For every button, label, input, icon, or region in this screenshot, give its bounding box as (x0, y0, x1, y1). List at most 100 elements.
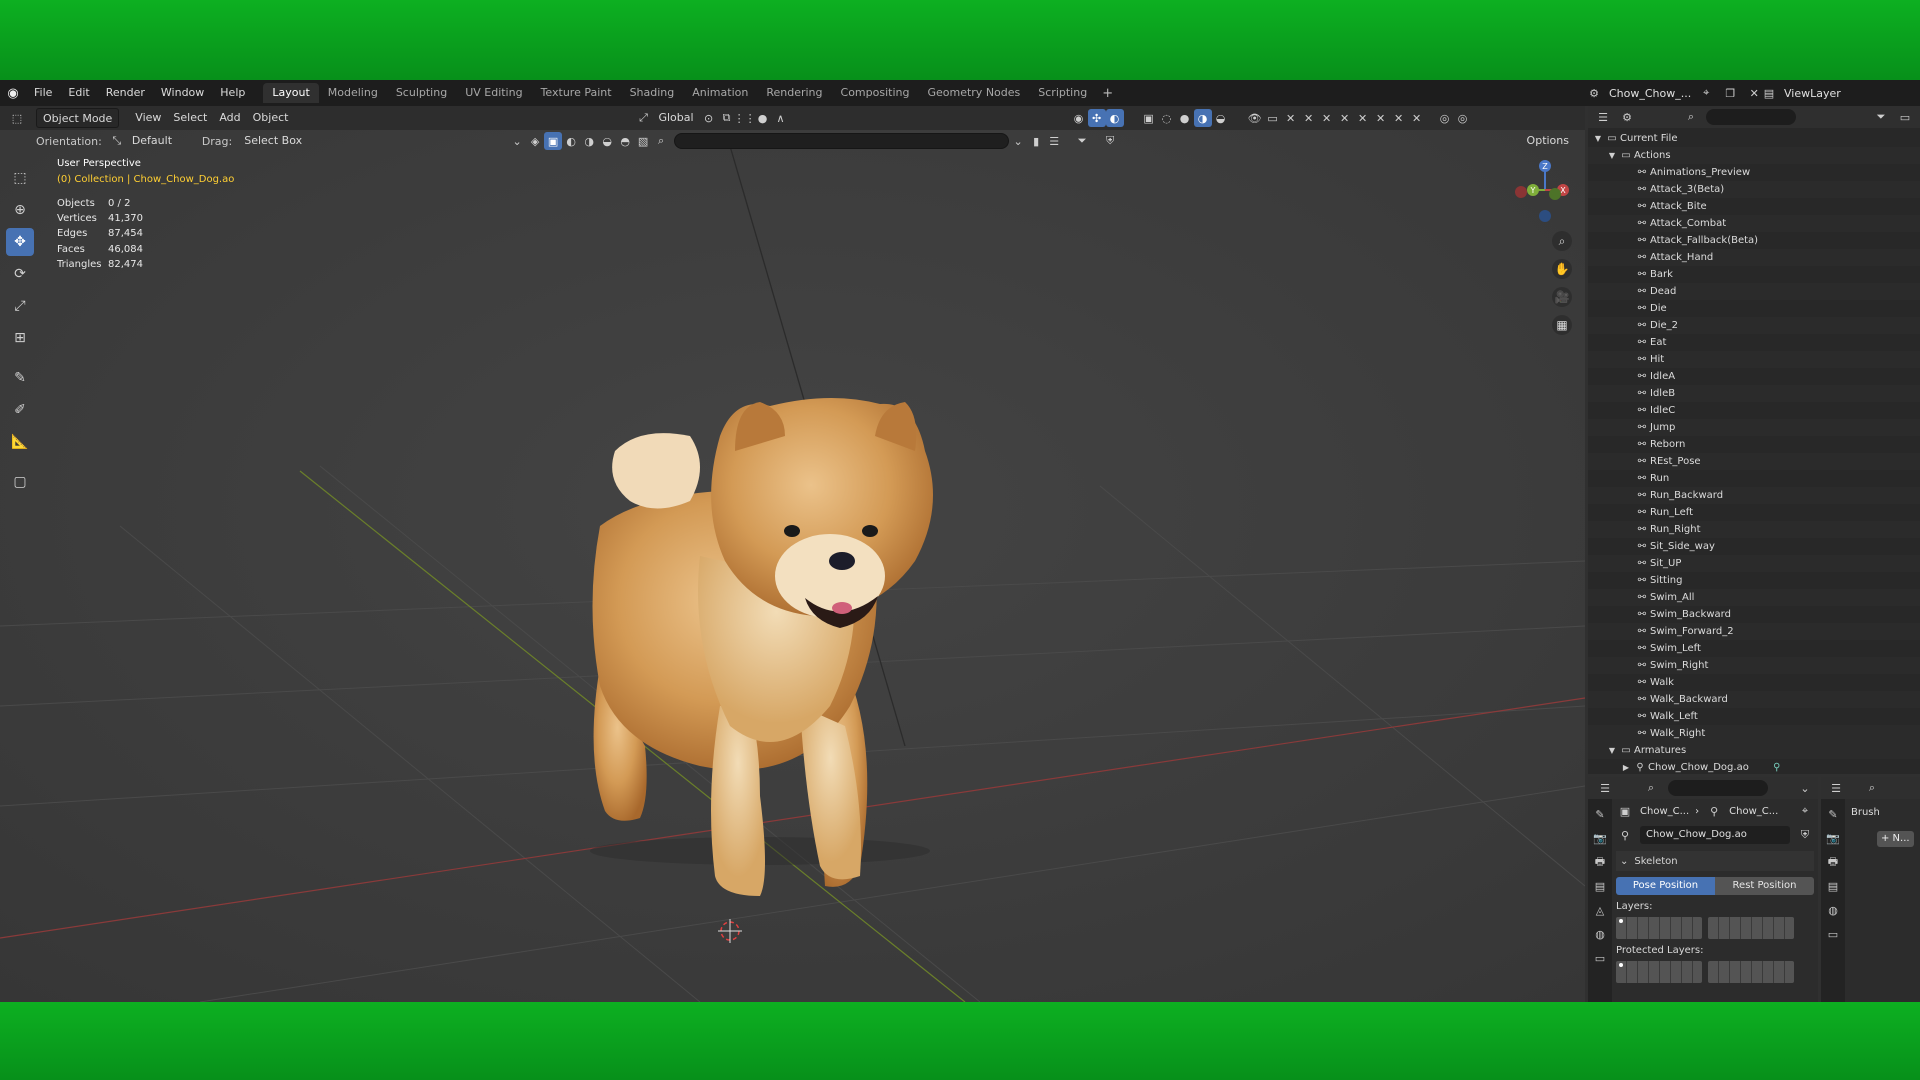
action-item[interactable]: ⚯ Eat (1588, 334, 1920, 351)
color-icon[interactable]: ◈ (526, 132, 544, 150)
proportional-edit-icon[interactable]: ● (754, 109, 772, 127)
expand-icon[interactable]: ▼ (1606, 742, 1618, 759)
action-item[interactable]: ⚯ Run_Backward (1588, 487, 1920, 504)
filter-x-icon-6[interactable]: ✕ (1372, 109, 1390, 127)
filter-x-icon-3[interactable]: ✕ (1318, 109, 1336, 127)
brush-dropdown[interactable]: Brush (1851, 807, 1880, 818)
scene-tab-icon[interactable]: ◬ (1591, 901, 1609, 919)
collection-tab-icon[interactable]: ▭ (1824, 925, 1842, 943)
action-item[interactable]: ⚯ Swim_Backward (1588, 606, 1920, 623)
action-item[interactable]: ⚯ Walk_Left (1588, 708, 1920, 725)
menu-edit[interactable]: Edit (60, 80, 97, 106)
filter-x-icon-2[interactable]: ✕ (1300, 109, 1318, 127)
scale-tool-icon[interactable]: ⤢ (6, 292, 34, 320)
chevron-down-icon[interactable]: ⌄ (1796, 779, 1814, 797)
select-intersect-icon[interactable]: ◓ (616, 132, 634, 150)
options-dropdown[interactable]: Options (1521, 131, 1575, 151)
action-item[interactable]: ⚯ Swim_Right (1588, 657, 1920, 674)
menu-help[interactable]: Help (212, 80, 253, 106)
render-region-icon[interactable]: ◎ (1436, 109, 1454, 127)
add-cube-tool-icon[interactable]: ▢ (6, 468, 34, 496)
action-item[interactable]: ⚯ Run_Right (1588, 521, 1920, 538)
tab-shading[interactable]: Shading (621, 83, 684, 103)
filter-x-icon-4[interactable]: ✕ (1336, 109, 1354, 127)
cursor-tool-icon[interactable]: ⊕ (6, 196, 34, 224)
select-box-tool-icon[interactable]: ⬚ (6, 164, 34, 192)
expand-icon[interactable]: ▶ (1620, 759, 1632, 776)
bone-layer-group[interactable] (1708, 917, 1794, 939)
tool-tab-icon[interactable]: ✎ (1591, 805, 1609, 823)
visibility-icon[interactable]: ◉ (1070, 109, 1088, 127)
drag-dropdown[interactable]: Select Box (238, 131, 308, 151)
menu-render[interactable]: Render (98, 80, 153, 106)
action-item[interactable]: ⚯ Walk_Backward (1588, 691, 1920, 708)
action-item[interactable]: ⚯ Swim_Left (1588, 640, 1920, 657)
rotate-tool-icon[interactable]: ⟳ (6, 260, 34, 288)
bookmark-icon[interactable]: ▮ (1027, 132, 1045, 150)
camera-lock-icon[interactable]: ◎ (1454, 109, 1472, 127)
scene-icon[interactable]: ⚙ (1585, 84, 1603, 102)
new-scene-icon[interactable]: ❐ (1721, 84, 1739, 102)
tab-uv-editing[interactable]: UV Editing (456, 83, 531, 103)
filter-x-icon-5[interactable]: ✕ (1354, 109, 1372, 127)
gizmo-toggle-icon[interactable]: ✣ (1087, 109, 1106, 127)
select-mode-icon[interactable]: ▣ (544, 132, 563, 150)
action-item[interactable]: ⚯ Attack_Fallback(Beta) (1588, 232, 1920, 249)
action-item[interactable]: ⚯ Sit_Side_way (1588, 538, 1920, 555)
display-mode-icon[interactable]: ⚙ (1618, 108, 1636, 126)
tab-animation[interactable]: Animation (683, 83, 757, 103)
pin-icon[interactable]: ⌖ (1697, 84, 1715, 102)
grid-view-icon[interactable]: ▦ (1552, 315, 1572, 335)
select-invert-icon[interactable]: ◒ (598, 132, 616, 150)
image-icon[interactable]: ▧ (634, 132, 652, 150)
collection-tab-icon[interactable]: ▭ (1591, 949, 1609, 967)
pin-icon[interactable]: ⌖ (1796, 802, 1814, 820)
wireframe-shading-icon[interactable]: ◌ (1158, 109, 1176, 127)
action-item[interactable]: ⚯ IdleB (1588, 385, 1920, 402)
action-item[interactable]: ⚯ Jump (1588, 419, 1920, 436)
filter-x-icon-8[interactable]: ✕ (1408, 109, 1426, 127)
list-icon[interactable]: ☰ (1045, 132, 1063, 150)
search-icon[interactable]: ⌕ (652, 132, 670, 150)
properties-editor-icon[interactable]: ☰ (1596, 779, 1614, 797)
world-tab-icon[interactable]: ◍ (1591, 925, 1609, 943)
action-item[interactable]: ⚯ Attack_3(Beta) (1588, 181, 1920, 198)
tree-actions[interactable]: ▼ ▭ Actions (1588, 147, 1920, 164)
filter-x-icon-1[interactable]: ✕ (1282, 109, 1300, 127)
filter-icon[interactable]: ⏷ (1872, 108, 1890, 126)
tab-texture-paint[interactable]: Texture Paint (532, 83, 621, 103)
navigation-gizmo[interactable]: Z X Y (1505, 154, 1575, 234)
action-item[interactable]: ⚯ Animations_Preview (1588, 164, 1920, 181)
armature-data-icon[interactable]: ⚲ (1769, 759, 1785, 776)
tab-compositing[interactable]: Compositing (832, 83, 919, 103)
action-item[interactable]: ⚯ Bark (1588, 266, 1920, 283)
search-icon[interactable]: ⌕ (1682, 108, 1700, 126)
tool-tab-icon[interactable]: ✎ (1824, 805, 1842, 823)
search-icon[interactable]: ⌕ (1642, 779, 1660, 797)
action-item[interactable]: ⚯ Dead (1588, 283, 1920, 300)
action-item[interactable]: ⚯ Swim_All (1588, 589, 1920, 606)
tab-geometry-nodes[interactable]: Geometry Nodes (918, 83, 1029, 103)
annotate-tool-icon[interactable]: ✎ (6, 364, 34, 392)
protected-layer-group[interactable] (1616, 961, 1702, 983)
select-subtract-icon[interactable]: ◑ (580, 132, 598, 150)
action-item[interactable]: ⚯ Run (1588, 470, 1920, 487)
select-extend-icon[interactable]: ◐ (562, 132, 580, 150)
annotate-line-tool-icon[interactable]: ✐ (6, 396, 34, 424)
solid-shading-icon[interactable]: ● (1176, 109, 1194, 127)
scene-name-field[interactable]: Chow_Chow_... (1609, 87, 1691, 100)
tab-layout[interactable]: Layout (263, 83, 319, 103)
action-item[interactable]: ⚯ Walk_Right (1588, 725, 1920, 742)
add-workspace-button[interactable]: + (1096, 86, 1119, 101)
view-layer-field[interactable]: ViewLayer (1784, 87, 1841, 100)
action-item[interactable]: ⚯ IdleA (1588, 368, 1920, 385)
output-tab-icon[interactable]: 🖶 (1824, 853, 1842, 871)
properties-search-input[interactable] (1668, 780, 1768, 796)
action-item[interactable]: ⚯ Reborn (1588, 436, 1920, 453)
transform-orientation-icon[interactable]: ⤢ (634, 109, 652, 127)
menu-window[interactable]: Window (153, 80, 212, 106)
zoom-icon[interactable]: ⌕ (1552, 231, 1572, 251)
tab-modeling[interactable]: Modeling (319, 83, 387, 103)
measure-tool-icon[interactable]: 📐 (6, 428, 34, 456)
asset-search-input[interactable] (674, 133, 1010, 149)
